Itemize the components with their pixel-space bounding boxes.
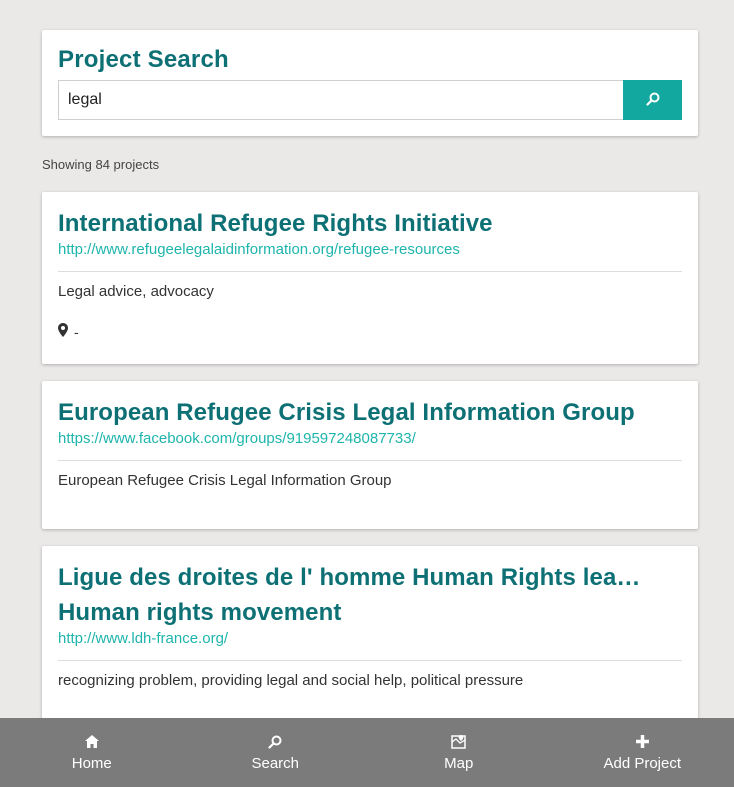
project-link[interactable]: http://www.ldh-france.org/: [58, 630, 682, 648]
nav-label: Home: [71, 754, 112, 772]
project-card[interactable]: International Refugee Rights Initiative …: [42, 192, 698, 364]
nav-add-project[interactable]: Add Project: [551, 718, 734, 787]
project-link[interactable]: https://www.facebook.com/groups/91959724…: [58, 430, 682, 448]
map-icon: [451, 734, 466, 750]
nav-label: Search: [251, 754, 300, 772]
divider: [58, 460, 682, 461]
results-count: Showing 84 projects: [42, 157, 160, 172]
divider: [58, 660, 682, 661]
plus-icon: [635, 734, 649, 750]
project-location-text: -: [74, 323, 79, 340]
nav-map[interactable]: Map: [367, 718, 551, 787]
project-link[interactable]: http://www.refugeelegalaidinformation.or…: [58, 241, 682, 259]
divider: [58, 271, 682, 272]
nav-label: Map: [444, 754, 474, 772]
project-card[interactable]: European Refugee Crisis Legal Informatio…: [42, 381, 698, 529]
search-card: Project Search: [42, 30, 698, 136]
bottom-nav: Home Search Map Add Project: [0, 718, 734, 787]
search-icon: [268, 734, 282, 750]
project-title[interactable]: European Refugee Crisis Legal Informatio…: [58, 395, 682, 430]
project-description: European Refugee Crisis Legal Informatio…: [58, 472, 392, 489]
nav-search[interactable]: Search: [184, 718, 368, 787]
nav-home[interactable]: Home: [0, 718, 184, 787]
project-location: -: [58, 323, 682, 340]
project-description: Legal advice, advocacy: [58, 283, 214, 300]
nav-label: Add Project: [603, 754, 682, 772]
search-input[interactable]: [58, 80, 623, 120]
project-title[interactable]: Ligue des droites de l' homme Human Righ…: [58, 560, 648, 630]
page: Project Search Showing 84 projects Inter…: [0, 0, 734, 787]
search-title: Project Search: [58, 46, 229, 73]
map-marker-icon: [58, 323, 68, 340]
search-icon: [645, 92, 660, 109]
home-icon: [84, 734, 99, 750]
project-description: recognizing problem, providing legal and…: [58, 672, 524, 689]
search-button[interactable]: [623, 80, 682, 120]
search-row: [58, 80, 682, 120]
project-title[interactable]: International Refugee Rights Initiative: [58, 206, 682, 241]
